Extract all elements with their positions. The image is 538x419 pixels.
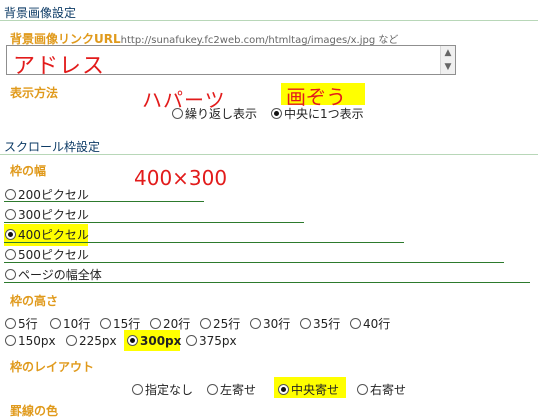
radio-repeat[interactable] (172, 108, 183, 119)
scroll-down-icon[interactable]: ▼ (441, 62, 455, 72)
width-label: 枠の幅 (10, 164, 47, 178)
width-option-400[interactable]: 400ピクセル (5, 226, 89, 243)
radio-200[interactable] (5, 189, 16, 200)
layout-option-left[interactable]: 左寄せ (207, 381, 256, 398)
radio-h15[interactable] (100, 318, 111, 329)
width-rule-full (4, 282, 530, 283)
display-method-label: 表示方法 (10, 86, 59, 100)
scroll-up-icon[interactable]: ▲ (441, 48, 455, 58)
height-option-30[interactable]: 30行 (250, 315, 290, 332)
radio-375px[interactable] (186, 335, 197, 346)
height-option-10[interactable]: 10行 (50, 315, 90, 332)
radio-400[interactable] (5, 229, 16, 240)
radio-h20[interactable] (150, 318, 161, 329)
annotation-size: 400×300 (134, 166, 228, 190)
textarea-scrollbar[interactable]: ▲ ▼ (440, 46, 455, 74)
section-title-scroll: スクロール枠設定 (4, 140, 101, 154)
layout-option-center[interactable]: 中央寄せ (278, 381, 339, 398)
section-divider-scroll (0, 154, 538, 155)
radio-h25[interactable] (200, 318, 211, 329)
border-color-label: 罫線の色 (10, 404, 59, 418)
radio-h5[interactable] (5, 318, 16, 329)
radio-h40[interactable] (350, 318, 361, 329)
height-label: 枠の高さ (10, 294, 59, 308)
radio-layout-none[interactable] (132, 384, 143, 395)
radio-h10[interactable] (50, 318, 61, 329)
display-option-center[interactable]: 中央に1つ表示 (271, 105, 364, 122)
height-option-375px[interactable]: 375px (186, 334, 237, 348)
radio-center[interactable] (271, 108, 282, 119)
radio-layout-center[interactable] (278, 384, 289, 395)
layout-label: 枠のレイアウト (10, 360, 95, 374)
width-rule-200 (4, 201, 204, 202)
display-option-repeat[interactable]: 繰り返し表示 (172, 105, 257, 122)
height-option-300px[interactable]: 300px (127, 334, 181, 348)
height-option-150px[interactable]: 150px (5, 334, 56, 348)
radio-225px[interactable] (66, 335, 77, 346)
width-rule-400 (4, 242, 404, 243)
url-label: 背景画像リンクURL (10, 32, 121, 46)
url-value: アドレス (13, 54, 106, 79)
height-option-225px[interactable]: 225px (66, 334, 117, 348)
radio-h30[interactable] (250, 318, 261, 329)
width-rule-300 (4, 222, 304, 223)
radio-150px[interactable] (5, 335, 16, 346)
layout-option-none[interactable]: 指定なし (132, 381, 193, 398)
width-option-300[interactable]: 300ピクセル (5, 206, 89, 223)
radio-500[interactable] (5, 249, 16, 260)
layout-option-right[interactable]: 右寄せ (357, 381, 406, 398)
radio-300[interactable] (5, 209, 16, 220)
width-option-500[interactable]: 500ピクセル (5, 246, 89, 263)
section-divider (0, 20, 538, 21)
width-rule-500 (4, 262, 504, 263)
height-option-5[interactable]: 5行 (5, 315, 38, 332)
radio-layout-left[interactable] (207, 384, 218, 395)
height-option-35[interactable]: 35行 (300, 315, 340, 332)
height-option-40[interactable]: 40行 (350, 315, 390, 332)
radio-h35[interactable] (300, 318, 311, 329)
height-option-25[interactable]: 25行 (200, 315, 240, 332)
radio-300px[interactable] (127, 335, 138, 346)
url-textarea[interactable]: アドレス ▲ ▼ (6, 45, 456, 79)
radio-full[interactable] (5, 269, 16, 280)
radio-layout-right[interactable] (357, 384, 368, 395)
section-title-background: 背景画像設定 (4, 6, 77, 20)
width-option-full[interactable]: ページの幅全体 (5, 266, 102, 283)
